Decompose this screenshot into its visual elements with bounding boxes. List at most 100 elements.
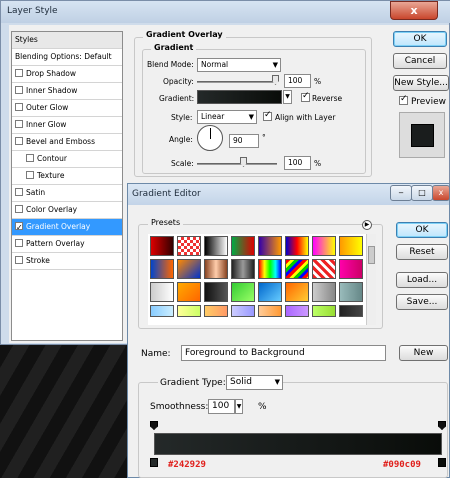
- scale-slider[interactable]: [197, 163, 277, 165]
- preset-swatch[interactable]: [285, 305, 309, 317]
- preset-swatch[interactable]: [285, 282, 309, 302]
- styles-list-item[interactable]: Color Overlay: [12, 202, 122, 219]
- styles-list-item-label: Gradient Overlay: [26, 222, 91, 231]
- preset-swatch[interactable]: [150, 259, 174, 279]
- styles-list-item[interactable]: Satin: [12, 185, 122, 202]
- preset-swatch[interactable]: [312, 305, 336, 317]
- preset-swatch[interactable]: [150, 282, 174, 302]
- preset-swatch[interactable]: [204, 236, 228, 256]
- maximize-icon[interactable]: □: [411, 185, 433, 201]
- style-checkbox[interactable]: [15, 205, 23, 213]
- reverse-checkbox[interactable]: [301, 91, 310, 102]
- scrollbar-thumb[interactable]: [368, 246, 375, 264]
- style-checkbox[interactable]: [26, 154, 34, 162]
- ge-ok-button[interactable]: OK: [396, 222, 448, 238]
- angle-dial[interactable]: [197, 125, 223, 151]
- style-checkbox[interactable]: [26, 171, 34, 179]
- style-checkbox[interactable]: [15, 256, 23, 264]
- styles-list-item[interactable]: Contour: [12, 151, 122, 168]
- chevron-down-icon[interactable]: ▼: [235, 399, 243, 414]
- layer-style-titlebar[interactable]: Layer Style: [1, 1, 450, 23]
- opacity-input[interactable]: 100: [284, 74, 311, 88]
- styles-list-item-label: Drop Shadow: [26, 69, 77, 78]
- preset-swatch[interactable]: [258, 236, 282, 256]
- preset-swatch[interactable]: [231, 236, 255, 256]
- styles-list-item[interactable]: Gradient Overlay: [12, 219, 122, 236]
- preset-swatch[interactable]: [258, 259, 282, 279]
- name-input[interactable]: Foreground to Background: [181, 345, 386, 361]
- preset-swatch[interactable]: [231, 305, 255, 317]
- style-checkbox[interactable]: [15, 86, 23, 94]
- styles-list-item[interactable]: Styles: [12, 32, 122, 49]
- opacity-slider[interactable]: [197, 81, 277, 83]
- style-checkbox[interactable]: [15, 120, 23, 128]
- presets-scrollbar[interactable]: [366, 234, 376, 325]
- gradient-bar[interactable]: [154, 433, 442, 455]
- blend-mode-select[interactable]: Normal ▼: [197, 58, 281, 72]
- preset-swatch[interactable]: [177, 259, 201, 279]
- preset-swatch[interactable]: [177, 236, 201, 256]
- preset-swatch[interactable]: [177, 305, 201, 317]
- color-stop-right[interactable]: [438, 458, 446, 467]
- style-checkbox[interactable]: [15, 239, 23, 247]
- close-icon[interactable]: x: [432, 185, 450, 201]
- color-stop-left[interactable]: [150, 458, 158, 467]
- preset-swatch[interactable]: [339, 259, 363, 279]
- style-checkbox[interactable]: [15, 69, 23, 77]
- new-button[interactable]: New: [399, 345, 448, 361]
- styles-list-item[interactable]: Outer Glow: [12, 100, 122, 117]
- style-checkbox[interactable]: [15, 103, 23, 111]
- preset-swatch[interactable]: [285, 236, 309, 256]
- preset-swatch[interactable]: [285, 259, 309, 279]
- angle-unit: °: [262, 133, 266, 142]
- preset-swatch[interactable]: [204, 282, 228, 302]
- preset-swatch[interactable]: [339, 236, 363, 256]
- preset-swatch[interactable]: [258, 282, 282, 302]
- new-style-button[interactable]: New Style...: [393, 75, 449, 91]
- style-checkbox[interactable]: [15, 220, 23, 236]
- style-select[interactable]: Linear ▼: [197, 110, 257, 124]
- style-checkbox[interactable]: [15, 137, 23, 145]
- styles-list-item[interactable]: Drop Shadow: [12, 66, 122, 83]
- preset-swatch[interactable]: [339, 282, 363, 302]
- styles-list-item[interactable]: Inner Glow: [12, 117, 122, 134]
- preset-swatch[interactable]: [150, 236, 174, 256]
- styles-list-item[interactable]: Bevel and Emboss: [12, 134, 122, 151]
- styles-list-item[interactable]: Texture: [12, 168, 122, 185]
- close-button[interactable]: x: [390, 1, 438, 20]
- load-button[interactable]: Load...: [396, 272, 448, 288]
- preset-swatch[interactable]: [204, 305, 228, 317]
- smoothness-input[interactable]: 100: [208, 399, 235, 414]
- cancel-button[interactable]: Cancel: [393, 53, 447, 69]
- preset-swatch[interactable]: [150, 305, 174, 317]
- preview-label: Preview: [411, 97, 447, 107]
- minimize-icon[interactable]: ‒: [390, 185, 412, 201]
- gradient-type-select[interactable]: Solid ▼: [226, 375, 283, 390]
- angle-label: Angle:: [169, 135, 193, 144]
- preset-swatch[interactable]: [231, 282, 255, 302]
- style-value: Linear: [201, 112, 225, 121]
- preview-checkbox[interactable]: [399, 94, 408, 105]
- preset-swatch[interactable]: [231, 259, 255, 279]
- preset-swatch[interactable]: [204, 259, 228, 279]
- ok-button[interactable]: OK: [393, 31, 447, 47]
- angle-input[interactable]: 90: [229, 134, 259, 148]
- preset-swatch[interactable]: [312, 282, 336, 302]
- styles-list-item[interactable]: Stroke: [12, 253, 122, 270]
- preset-swatch[interactable]: [258, 305, 282, 317]
- styles-list-item[interactable]: Blending Options: Default: [12, 49, 122, 66]
- reset-button[interactable]: Reset: [396, 244, 448, 260]
- preset-swatch[interactable]: [312, 259, 336, 279]
- preset-swatch[interactable]: [312, 236, 336, 256]
- styles-list-item[interactable]: Inner Shadow: [12, 83, 122, 100]
- preset-swatch[interactable]: [339, 305, 363, 317]
- styles-list-item[interactable]: Pattern Overlay: [12, 236, 122, 253]
- chevron-down-icon[interactable]: ▼: [283, 90, 292, 104]
- presets-menu-icon[interactable]: ▶: [362, 220, 372, 230]
- scale-input[interactable]: 100: [284, 156, 311, 170]
- preset-swatch[interactable]: [177, 282, 201, 302]
- save-button[interactable]: Save...: [396, 294, 448, 310]
- style-checkbox[interactable]: [15, 188, 23, 196]
- gradient-preview-swatch[interactable]: [197, 90, 282, 104]
- align-with-layer-checkbox[interactable]: [263, 110, 272, 121]
